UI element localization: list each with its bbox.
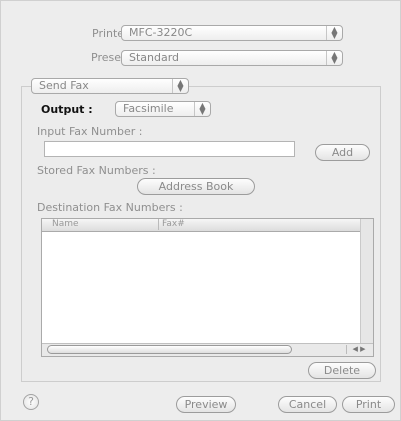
output-label: Output : <box>41 103 93 116</box>
vertical-scrollbar[interactable] <box>360 219 373 344</box>
preview-button[interactable]: Preview <box>176 396 236 413</box>
destination-label: Destination Fax Numbers : <box>37 201 183 214</box>
updown-arrows-icon: ▲ ▼ <box>326 51 342 65</box>
add-button[interactable]: Add <box>315 144 370 161</box>
scroll-thumb[interactable] <box>47 345 292 354</box>
print-button[interactable]: Print <box>342 396 395 413</box>
presets-value: Standard <box>129 51 180 64</box>
printer-value: MFC-3220C <box>129 26 193 39</box>
panel-popup[interactable]: Send Fax ▲ ▼ <box>31 78 189 94</box>
updown-arrows-icon: ▲ ▼ <box>172 79 188 93</box>
updown-arrows-icon: ▲ ▼ <box>194 102 210 116</box>
left-right-arrows-icon[interactable]: ◀ ▶ <box>346 345 371 354</box>
presets-popup[interactable]: Standard ▲ ▼ <box>121 50 343 66</box>
help-icon[interactable]: ? <box>23 394 39 410</box>
output-value: Facsimile <box>123 102 174 115</box>
destination-table[interactable]: Name Fax# ◀ ▶ <box>41 218 374 357</box>
output-popup[interactable]: Facsimile ▲ ▼ <box>115 101 211 117</box>
address-book-button[interactable]: Address Book <box>137 178 255 195</box>
stored-fax-label: Stored Fax Numbers : <box>37 164 156 177</box>
column-header-name[interactable]: Name <box>52 219 79 230</box>
table-header: Name Fax# <box>42 219 361 232</box>
printer-popup[interactable]: MFC-3220C ▲ ▼ <box>121 25 343 41</box>
fax-number-input[interactable] <box>44 141 295 157</box>
print-dialog: Printer: MFC-3220C ▲ ▼ Presets: Standard … <box>0 0 401 421</box>
input-fax-label: Input Fax Number : <box>37 125 143 138</box>
panel-value: Send Fax <box>39 79 89 92</box>
cancel-button[interactable]: Cancel <box>278 396 337 413</box>
delete-button[interactable]: Delete <box>308 362 376 379</box>
updown-arrows-icon: ▲ ▼ <box>326 26 342 40</box>
column-header-fax[interactable]: Fax# <box>158 219 185 230</box>
horizontal-scrollbar[interactable]: ◀ ▶ <box>42 343 373 356</box>
